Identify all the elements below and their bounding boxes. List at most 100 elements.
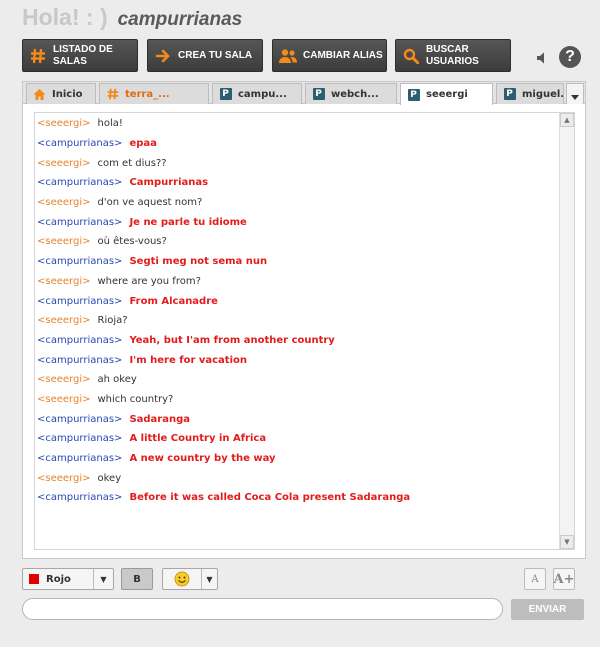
message-text: which country? xyxy=(97,393,174,405)
tab-label: webch... xyxy=(331,88,379,100)
message-nick[interactable]: <campurrianas> xyxy=(37,138,122,149)
message-text: Sadaranga xyxy=(129,413,191,425)
chat-message: <campurrianas> Campurrianas xyxy=(37,173,557,193)
increase-font-button[interactable]: A+ xyxy=(553,568,575,590)
chat-message: <campurrianas> A little Country in Africa xyxy=(37,429,557,449)
search-users-button[interactable]: BUSCAR USUARIOS xyxy=(395,39,511,72)
private-icon: P xyxy=(219,88,232,101)
room-list-label: LISTADO DE SALAS xyxy=(53,43,113,67)
tab-terra[interactable]: terra_... xyxy=(99,83,209,104)
message-nick[interactable]: <campurrianas> xyxy=(37,177,122,188)
private-badge: P xyxy=(312,88,325,100)
chat-message: <campurrianas> I'm here for vacation xyxy=(37,350,557,370)
help-button[interactable]: ? xyxy=(559,46,581,68)
tab-label: seeergi xyxy=(426,89,468,100)
private-badge: P xyxy=(503,88,516,100)
chat-message: <campurrianas> Before it was called Coca … xyxy=(37,488,557,508)
message-nick[interactable]: <campurrianas> xyxy=(37,256,122,267)
tab-inicio[interactable]: Inicio xyxy=(26,83,96,104)
message-nick[interactable]: <campurrianas> xyxy=(37,453,122,464)
tab-campu[interactable]: P campu... xyxy=(212,83,302,104)
message-text: Campurrianas xyxy=(129,177,209,189)
chat-message: <seeergi> Rioja? xyxy=(37,311,557,331)
message-nick[interactable]: <campurrianas> xyxy=(37,492,122,503)
bold-label: B xyxy=(133,573,141,585)
chat-message: <seeergi> d'on ve aquest nom? xyxy=(37,193,557,213)
tab-label: terra_... xyxy=(125,88,170,100)
tab-miguel[interactable]: P miguel... xyxy=(496,83,564,104)
greeting: Hola! : ) xyxy=(22,4,108,30)
chat-message: <campurrianas> Yeah, but I'am from anothe… xyxy=(37,331,557,351)
color-label: Rojo xyxy=(46,573,71,585)
message-nick[interactable]: <campurrianas> xyxy=(37,296,122,307)
search-users-label: BUSCAR USUARIOS xyxy=(426,43,479,67)
message-nick[interactable]: <campurrianas> xyxy=(37,355,122,366)
chevron-down-icon xyxy=(571,85,579,104)
emoticon-select[interactable]: ▼ xyxy=(162,568,218,590)
message-text: où êtes-vous? xyxy=(97,236,167,248)
message-nick[interactable]: <campurrianas> xyxy=(37,433,122,444)
create-room-button[interactable]: CREA TU SALA xyxy=(147,39,263,72)
private-icon: P xyxy=(503,88,516,101)
message-text: ah okey xyxy=(97,374,137,386)
message-nick[interactable]: <seeergi> xyxy=(37,374,91,385)
smiley-icon xyxy=(163,571,201,587)
tab-bar: Inicio terra_... P campu... P webch... P… xyxy=(23,82,585,105)
chevron-down-icon: ▼ xyxy=(201,569,217,589)
message-nick[interactable]: <seeergi> xyxy=(37,394,91,405)
chevron-down-icon: ▼ xyxy=(93,569,113,589)
change-alias-label: CAMBIAR ALIAS xyxy=(303,49,383,61)
chat-message: <seeergi> okey xyxy=(37,468,557,488)
message-nick[interactable]: <seeergi> xyxy=(37,473,91,484)
font-small-label: A xyxy=(531,573,539,585)
message-text: Segti meg not sema nun xyxy=(129,256,268,268)
message-nick[interactable]: <seeergi> xyxy=(37,158,91,169)
chat-message: <seeergi> which country? xyxy=(37,390,557,410)
chat-message: <campurrianas> epaa xyxy=(37,134,557,154)
tab-overflow-button[interactable] xyxy=(566,83,584,104)
message-nick[interactable]: <seeergi> xyxy=(37,236,91,247)
bold-button[interactable]: B xyxy=(121,568,153,590)
hash-icon xyxy=(23,48,53,64)
message-text: A new country by the way xyxy=(129,453,276,465)
message-text: From Alcanadre xyxy=(129,295,218,307)
chat-message: <campurrianas> Sadaranga xyxy=(37,409,557,429)
color-swatch xyxy=(29,574,39,584)
decrease-font-button[interactable]: A xyxy=(524,568,546,590)
chat-log[interactable]: <seeergi> hola! <campurrianas> epaa <seeergi… xyxy=(34,112,575,550)
help-label: ? xyxy=(565,48,575,65)
message-text: A little Country in Africa xyxy=(129,433,267,445)
chat-message: <campurrianas> A new country by the way xyxy=(37,449,557,469)
private-badge: P xyxy=(407,88,420,101)
message-nick[interactable]: <campurrianas> xyxy=(37,335,122,346)
message-text: com et dius?? xyxy=(97,157,167,169)
header: Hola! : ) campurrianas xyxy=(22,4,242,30)
message-nick[interactable]: <campurrianas> xyxy=(37,414,122,425)
change-alias-button[interactable]: CAMBIAR ALIAS xyxy=(272,39,387,72)
message-nick[interactable]: <campurrianas> xyxy=(37,217,122,228)
vertical-scrollbar[interactable]: ▲ ▼ xyxy=(559,113,574,549)
message-nick[interactable]: <seeergi> xyxy=(37,315,91,326)
search-icon xyxy=(396,48,426,64)
message-text: I'm here for vacation xyxy=(129,354,248,366)
users-icon xyxy=(273,48,303,64)
scroll-down-button[interactable]: ▼ xyxy=(560,535,574,549)
tab-seeergi[interactable]: P seeergi xyxy=(400,83,493,105)
room-list-button[interactable]: LISTADO DE SALAS xyxy=(22,39,138,72)
message-text: epaa xyxy=(129,138,157,150)
scroll-up-button[interactable]: ▲ xyxy=(560,113,574,127)
text-color-select[interactable]: Rojo ▼ xyxy=(22,568,114,590)
speaker-icon[interactable] xyxy=(535,50,549,64)
private-icon: P xyxy=(407,88,420,101)
tab-webch[interactable]: P webch... xyxy=(305,83,397,104)
send-button[interactable]: ENVIAR xyxy=(511,599,584,620)
message-nick[interactable]: <seeergi> xyxy=(37,118,91,129)
message-input[interactable] xyxy=(22,598,503,620)
message-nick[interactable]: <seeergi> xyxy=(37,276,91,287)
chat-message: <seeergi> com et dius?? xyxy=(37,153,557,173)
message-nick[interactable]: <seeergi> xyxy=(37,197,91,208)
message-text: Yeah, but I'am from another country xyxy=(129,334,335,346)
arrow-right-icon xyxy=(148,49,178,63)
tab-label: miguel... xyxy=(522,88,564,100)
font-large-label: A+ xyxy=(553,571,575,587)
